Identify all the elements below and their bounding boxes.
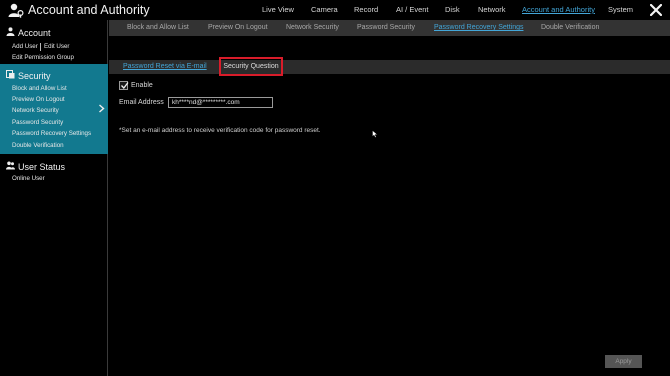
sidebar-section-user-status: User Status Online User [0, 154, 108, 186]
enable-label: Enable [131, 82, 153, 89]
divider [40, 43, 41, 51]
checkmark-icon [121, 82, 129, 90]
top-bar: Account and Authority Live View Camera R… [0, 0, 670, 20]
user-status-icon [6, 161, 15, 170]
sidebar-item-edit-user[interactable]: Edit User [44, 43, 69, 50]
sidebar-item-double-verification[interactable]: Double Verification [12, 142, 64, 149]
apply-button[interactable]: Apply [605, 355, 642, 368]
sidebar-heading-user-status: User Status [18, 162, 66, 172]
nav-network[interactable]: Network [478, 5, 506, 14]
user-icon [6, 27, 15, 36]
subtab-bar: Block and Allow List Preview On Logout N… [109, 20, 670, 36]
sidebar-item-edit-permission-group[interactable]: Edit Permission Group [12, 54, 74, 61]
tab-password-security[interactable]: Password Security [357, 24, 415, 31]
email-address-label: Email Address [119, 99, 164, 106]
sidebar-item-network-security[interactable]: Network Security [12, 107, 59, 114]
account-authority-icon [8, 3, 24, 18]
sidebar-section-security[interactable]: Security Block and Allow List Preview On… [0, 64, 108, 154]
sidebar-item-online-user[interactable]: Online User [12, 175, 45, 182]
nav-disk[interactable]: Disk [445, 5, 460, 14]
sidebar-heading-security: Security [18, 71, 51, 81]
nav-account-and-authority[interactable]: Account and Authority [522, 5, 595, 14]
tab-password-reset-email[interactable]: Password Reset via E-mail [123, 63, 207, 70]
email-note: *Set an e-mail address to receive verifi… [119, 127, 321, 134]
tab-security-question[interactable]: Security Question [219, 57, 283, 76]
sidebar-item-password-recovery-settings[interactable]: Password Recovery Settings [12, 130, 91, 137]
page-title: Account and Authority [28, 3, 150, 17]
sidebar-item-block-allow-list[interactable]: Block and Allow List [12, 85, 67, 92]
sidebar-item-add-user[interactable]: Add User [12, 43, 38, 50]
sidebar-item-password-security[interactable]: Password Security [12, 119, 63, 126]
nav-camera[interactable]: Camera [311, 5, 338, 14]
tab-block-allow-list[interactable]: Block and Allow List [127, 24, 189, 31]
close-icon[interactable] [650, 4, 662, 16]
nav-live-view[interactable]: Live View [262, 5, 294, 14]
inner-tab-bar: Password Reset via E-mail Security Quest… [109, 57, 670, 76]
sidebar: Account Add User Edit User Edit Permissi… [0, 20, 108, 376]
sidebar-heading-account: Account [18, 28, 51, 38]
sidebar-section-account: Account Add User Edit User Edit Permissi… [0, 24, 108, 64]
nav-system[interactable]: System [608, 5, 633, 14]
chevron-right-icon [99, 104, 105, 113]
mouse-cursor-icon [372, 130, 378, 138]
tab-network-security[interactable]: Network Security [286, 24, 339, 31]
tab-password-recovery-settings[interactable]: Password Recovery Settings [434, 24, 523, 31]
security-icon [6, 70, 15, 79]
nav-record[interactable]: Record [354, 5, 378, 14]
tab-double-verification[interactable]: Double Verification [541, 24, 599, 31]
sidebar-item-preview-on-logout[interactable]: Preview On Logout [12, 96, 65, 103]
email-address-field[interactable]: kh****nd@*********.com [168, 97, 273, 108]
tab-preview-on-logout[interactable]: Preview On Logout [208, 24, 268, 31]
nav-ai-event[interactable]: AI / Event [396, 5, 429, 14]
enable-checkbox[interactable] [119, 81, 129, 90]
